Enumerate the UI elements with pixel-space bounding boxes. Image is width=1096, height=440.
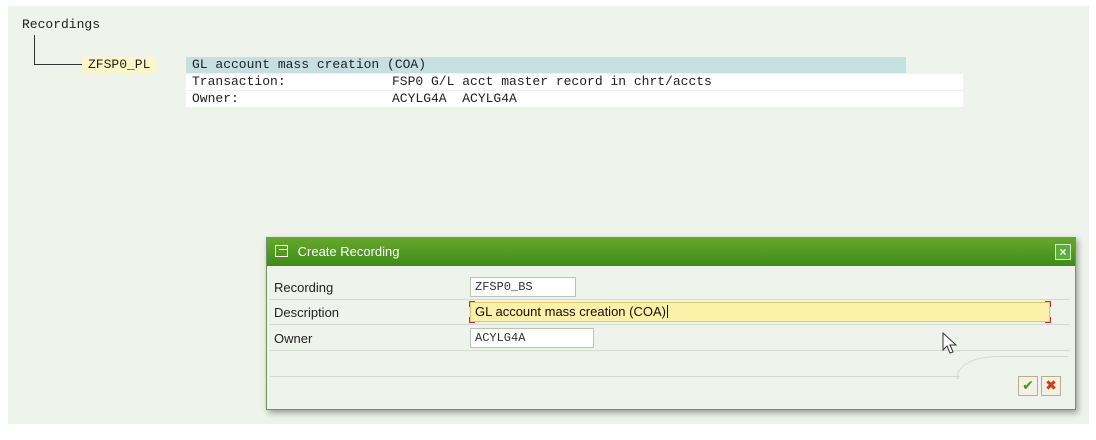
cancel-button[interactable]: ✖ [1041, 376, 1061, 396]
owner-field-label: Owner [274, 331, 313, 346]
focus-corner-icon [469, 301, 475, 307]
recording-field-label: Recording [274, 280, 334, 295]
continue-button[interactable]: ✔ [1018, 376, 1038, 396]
focus-corner-icon [1045, 317, 1051, 323]
description-input[interactable]: GL account mass creation (COA) [469, 301, 1051, 323]
close-button[interactable]: × [1055, 244, 1071, 260]
owner-value: ACYLG4A ACYLG4A [392, 91, 517, 106]
tree-connector-vertical [34, 35, 35, 65]
owner-row: Owner: ACYLG4A ACYLG4A [186, 91, 963, 107]
transaction-value: FSP0 G/L acct master record in chrt/acct… [392, 74, 712, 89]
description-field-label: Description [274, 305, 340, 320]
owner-input[interactable]: ACYLG4A [470, 328, 594, 348]
description-row: Description GL account mass creation (CO… [270, 301, 1070, 325]
text-caret [666, 305, 668, 318]
focus-corner-icon [1045, 301, 1051, 307]
create-recording-dialog: Create Recording × Recording ZFSP0_BS De… [266, 237, 1076, 410]
tree-connector-horizontal [34, 64, 86, 65]
tree-title: Recordings [22, 17, 101, 32]
description-input-text: GL account mass creation (COA) [475, 304, 666, 319]
transaction-row: Transaction: FSP0 G/L acct master record… [186, 74, 963, 90]
owner-label: Owner: [192, 91, 239, 106]
recording-row: Recording ZFSP0_BS [270, 276, 1070, 300]
dialog-window-icon [275, 245, 288, 257]
recording-input[interactable]: ZFSP0_BS [470, 277, 576, 297]
dialog-title-bar[interactable]: Create Recording × [267, 238, 1075, 266]
transaction-label: Transaction: [192, 74, 286, 89]
recording-node-key[interactable]: ZFSP0_PL [82, 57, 157, 73]
recording-node-description[interactable]: GL account mass creation (COA) [186, 57, 906, 73]
focus-corner-icon [469, 317, 475, 323]
mouse-pointer-icon [942, 332, 958, 354]
footer-divider [270, 376, 960, 377]
dialog-title: Create Recording [297, 244, 400, 259]
